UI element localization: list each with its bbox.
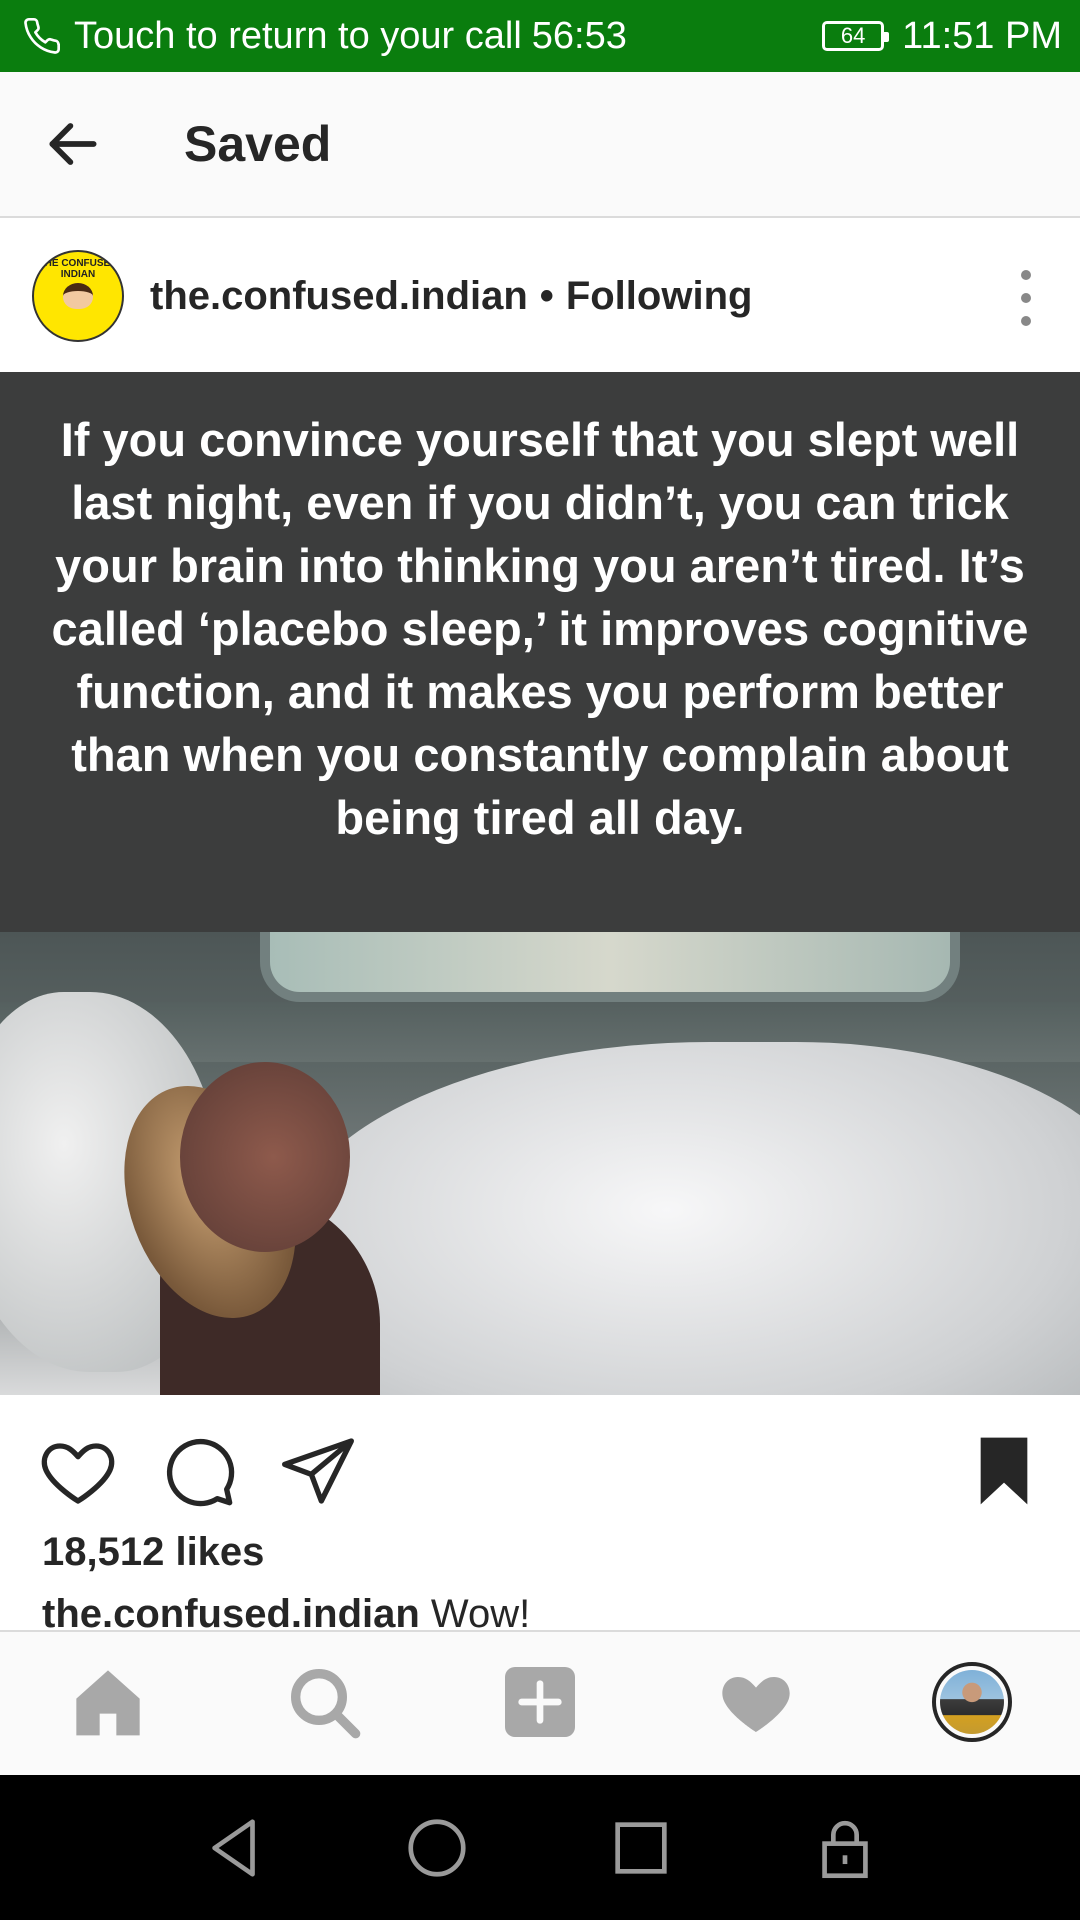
call-timer: 56:53	[531, 14, 627, 57]
call-text-label: Touch to return to your call	[74, 14, 522, 57]
system-navigation-bar	[0, 1775, 1080, 1920]
post-author-avatar[interactable]: THE CONFUSED INDIAN	[32, 250, 124, 342]
system-home-icon[interactable]	[402, 1813, 472, 1883]
status-bar[interactable]: Touch to return to your call 56:53 64 11:…	[0, 0, 1080, 72]
post-caption: the.confused.indian Wow!	[42, 1592, 530, 1634]
profile-avatar[interactable]	[932, 1662, 1012, 1742]
comment-icon[interactable]	[158, 1431, 238, 1511]
battery-icon: 64	[822, 21, 890, 51]
system-recents-icon[interactable]	[606, 1813, 676, 1883]
post-header: THE CONFUSED INDIAN the.confused.indian …	[0, 220, 1080, 372]
profile-picture	[940, 1670, 1004, 1734]
return-to-call-text: Touch to return to your call 56:53	[74, 15, 822, 58]
clock: 11:51 PM	[902, 14, 1062, 57]
add-post-icon[interactable]	[500, 1662, 580, 1742]
heart-filled-icon[interactable]	[716, 1662, 796, 1742]
likes-count[interactable]: 18,512 likes	[42, 1530, 264, 1575]
following-button[interactable]: Following	[566, 274, 753, 319]
home-icon[interactable]	[68, 1662, 148, 1742]
more-vertical-icon[interactable]	[1016, 270, 1036, 326]
avatar-face-icon	[63, 283, 93, 309]
post-actions	[0, 1395, 1080, 1535]
phone-icon	[24, 17, 61, 54]
battery-level: 64	[840, 23, 866, 48]
bottom-navigation	[0, 1630, 1080, 1775]
avatar-logo-text: THE CONFUSED INDIAN	[38, 258, 118, 280]
system-back-icon[interactable]	[200, 1813, 270, 1883]
post-username[interactable]: the.confused.indian	[150, 274, 528, 319]
search-icon[interactable]	[284, 1662, 364, 1742]
paper-plane-icon[interactable]	[278, 1431, 358, 1511]
page-title: Saved	[184, 116, 332, 172]
bookmark-filled-icon[interactable]	[964, 1431, 1044, 1511]
post-image[interactable]: If you convince yourself that you slept …	[0, 372, 1080, 1395]
back-arrow-icon[interactable]	[42, 113, 104, 175]
lock-icon[interactable]	[810, 1813, 880, 1883]
top-bar: Saved	[0, 72, 1080, 218]
sleeping-person-photo	[0, 932, 1080, 1395]
separator-dot: •	[539, 273, 554, 318]
caption-text: Wow!	[430, 1592, 531, 1634]
heart-outline-icon[interactable]	[38, 1431, 118, 1511]
caption-username[interactable]: the.confused.indian	[42, 1592, 420, 1634]
post-quote-text: If you convince yourself that you slept …	[0, 372, 1080, 932]
